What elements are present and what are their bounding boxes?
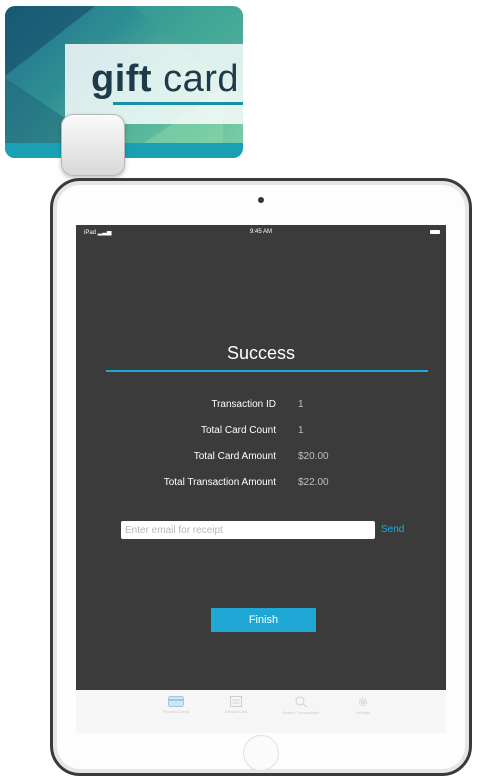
- search-icon: [295, 696, 308, 708]
- row-value: $22.00: [298, 477, 329, 488]
- tab-reload-card[interactable]: Reload Card: [206, 696, 266, 714]
- row-label: Transaction ID: [211, 399, 276, 410]
- tab-label: Process Cards: [162, 709, 190, 714]
- tab-settings[interactable]: Settings: [333, 696, 393, 715]
- summary-row: Total Card Amount $20.00: [76, 451, 446, 465]
- row-label: Total Card Count: [200, 425, 276, 436]
- row-value: 1: [298, 425, 304, 436]
- logo-underline: [113, 102, 243, 105]
- card-icon: [168, 696, 184, 707]
- home-button[interactable]: [243, 735, 279, 771]
- status-bar: iPad ▂▃▅ 9:45 AM: [76, 225, 446, 239]
- tab-bar: Process Cards Reload Card Search Transac…: [76, 690, 446, 733]
- finish-button[interactable]: Finish: [211, 608, 316, 632]
- page-title: Success: [226, 343, 296, 363]
- tab-process-cards[interactable]: Process Cards: [146, 696, 206, 714]
- ipad-frame: iPad ▂▃▅ 9:45 AM Success Transaction ID …: [50, 178, 472, 776]
- row-label: Total Transaction Amount: [163, 477, 276, 488]
- tab-label: Search Transactions: [282, 710, 320, 715]
- send-button[interactable]: Send: [381, 524, 404, 535]
- logo-gift-text: gift: [91, 58, 153, 100]
- summary-row: Total Card Count 1: [76, 425, 446, 439]
- battery-icon: [430, 230, 440, 234]
- gift-card-logo: gift card: [91, 58, 239, 101]
- summary-row: Transaction ID 1: [76, 399, 446, 413]
- tab-label: Settings: [355, 710, 371, 715]
- row-label: Total Card Amount: [193, 451, 276, 462]
- row-value: 1: [298, 399, 304, 410]
- status-time: 9:45 AM: [249, 229, 272, 235]
- email-field[interactable]: [121, 521, 375, 539]
- card-reader-icon: [61, 114, 125, 176]
- tab-search-transactions[interactable]: Search Transactions: [271, 696, 331, 715]
- receipt-icon: [230, 696, 242, 707]
- logo-card-text: card: [163, 58, 240, 100]
- gear-icon: [359, 698, 367, 706]
- title-divider: [106, 370, 428, 372]
- summary-row: Total Transaction Amount $22.00: [76, 477, 446, 491]
- camera-icon: [258, 197, 264, 203]
- app-screen: iPad ▂▃▅ 9:45 AM Success Transaction ID …: [76, 225, 446, 733]
- tab-label: Reload Card: [224, 709, 248, 714]
- row-value: $20.00: [298, 451, 329, 462]
